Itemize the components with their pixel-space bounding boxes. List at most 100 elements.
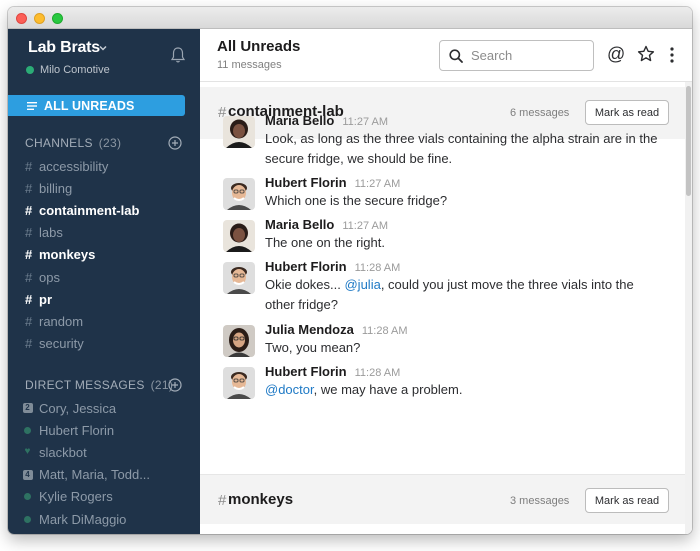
- message-timestamp[interactable]: 11:27 AM: [342, 116, 388, 128]
- message-text-part: Okie dokes...: [265, 277, 345, 292]
- main-header: All Unreads 11 messages @: [200, 29, 692, 82]
- sender-name[interactable]: Hubert Florin: [265, 259, 347, 274]
- maximize-window-button[interactable]: [52, 13, 63, 24]
- scrollbar-thumb[interactable]: [686, 86, 691, 196]
- hash-icon: #: [25, 336, 33, 352]
- sender-name[interactable]: Maria Bello: [265, 217, 334, 232]
- sidebar-item-dm[interactable]: 4 Matt, Maria, Todd...: [22, 465, 150, 485]
- sidebar-item-dm[interactable]: Mark DiMaggio: [22, 509, 126, 529]
- hash-icon: #: [25, 313, 33, 329]
- message-text: Two, you mean?: [265, 340, 361, 355]
- sender-name[interactable]: Hubert Florin: [265, 364, 347, 379]
- channel-group-name[interactable]: monkeys: [228, 491, 293, 508]
- channel-name: billing: [39, 180, 73, 196]
- avatar[interactable]: [223, 325, 255, 357]
- sender-name[interactable]: Maria Bello: [265, 113, 334, 128]
- main-panel: All Unreads 11 messages @ # containmen: [200, 29, 692, 534]
- message-header: Maria Bello 11:27 AM: [265, 217, 665, 232]
- avatar[interactable]: [223, 178, 255, 210]
- sender-name[interactable]: Hubert Florin: [265, 175, 347, 190]
- hash-icon: #: [25, 291, 33, 307]
- message-timestamp[interactable]: 11:28 AM: [355, 262, 401, 274]
- sidebar-item-channel[interactable]: # ops: [25, 267, 60, 287]
- sidebar-item-channel[interactable]: # monkeys: [25, 245, 95, 265]
- team-name[interactable]: Lab Brats: [28, 39, 100, 57]
- hash-icon: #: [25, 180, 33, 196]
- sidebar: Lab Brats Milo Comotive ALL UNREADS CHAN…: [8, 29, 200, 534]
- user-mention-link[interactable]: @doctor: [265, 382, 314, 397]
- app-window: Lab Brats Milo Comotive ALL UNREADS CHAN…: [8, 7, 692, 534]
- sidebar-item-channel[interactable]: # billing: [25, 178, 72, 198]
- channel-name: containment-lab: [39, 202, 140, 218]
- dm-name: Matt, Maria, Todd...: [39, 467, 151, 483]
- dm-name: slackbot: [39, 444, 87, 460]
- title-bar: [8, 7, 692, 29]
- presence-dot-icon: [22, 425, 33, 436]
- sidebar-item-channel[interactable]: # accessibility: [25, 156, 108, 176]
- dm-name: Mark DiMaggio: [39, 511, 127, 527]
- message-body: Hubert Florin 11:28 AM @doctor, we may hav…: [265, 364, 665, 400]
- sidebar-item-dm[interactable]: Kylie Rogers: [22, 487, 113, 507]
- message-body: Maria Bello 11:27 AM Look, as long as the …: [265, 113, 665, 169]
- message-timestamp[interactable]: 11:28 AM: [362, 325, 408, 337]
- sidebar-item-channel[interactable]: # containment-lab: [25, 200, 139, 220]
- more-options-icon[interactable]: [670, 47, 674, 63]
- message-timestamp[interactable]: 11:27 AM: [342, 220, 388, 232]
- mentions-icon[interactable]: @: [607, 44, 625, 64]
- sidebar-item-channel[interactable]: # pr: [25, 289, 52, 309]
- channel-name: ops: [39, 269, 60, 285]
- dm-name: Hubert Florin: [39, 422, 115, 438]
- page-title: All Unreads: [217, 38, 301, 55]
- search-input[interactable]: [471, 48, 581, 63]
- sidebar-item-channel[interactable]: # labs: [25, 223, 63, 243]
- presence-dot-icon: [26, 66, 34, 74]
- avatar[interactable]: [223, 262, 255, 294]
- heart-icon: ♥: [24, 446, 31, 458]
- channel-name: pr: [39, 291, 52, 307]
- current-user[interactable]: Milo Comotive: [26, 64, 110, 76]
- hash-icon: #: [25, 202, 33, 218]
- sidebar-item-dm[interactable]: 2 Cory, Jessica: [22, 398, 116, 418]
- chevron-down-icon[interactable]: [98, 43, 108, 53]
- channel-name: random: [39, 313, 84, 329]
- scrollbar[interactable]: [685, 82, 692, 534]
- avatar[interactable]: [223, 367, 255, 399]
- group-count-badge: 2: [22, 403, 33, 413]
- channels-header[interactable]: CHANNELS (23): [25, 136, 121, 150]
- add-dm-icon[interactable]: [168, 378, 182, 392]
- avatar[interactable]: [223, 116, 255, 148]
- message-timestamp[interactable]: 11:28 AM: [355, 367, 401, 379]
- sidebar-item-dm[interactable]: Amy Spacek: [22, 531, 112, 535]
- list-icon: [27, 101, 37, 110]
- user-mention-link[interactable]: @julia: [344, 277, 380, 292]
- bell-icon[interactable]: [170, 46, 186, 64]
- sidebar-item-all-unreads[interactable]: ALL UNREADS: [8, 95, 185, 116]
- star-icon[interactable]: [637, 45, 655, 63]
- all-unreads-label: ALL UNREADS: [44, 98, 135, 113]
- group-count-badge: 4: [22, 469, 33, 480]
- direct-messages-header[interactable]: DIRECT MESSAGES (21): [25, 378, 173, 392]
- sidebar-item-dm[interactable]: ♥ slackbot: [22, 442, 87, 462]
- sidebar-item-channel[interactable]: # random: [25, 311, 83, 331]
- message-text: @doctor, we may have a problem.: [265, 380, 665, 400]
- avatar[interactable]: [223, 220, 255, 252]
- search-box[interactable]: [439, 40, 594, 71]
- close-window-button[interactable]: [16, 13, 27, 24]
- dm-name: Kylie Rogers: [39, 489, 113, 505]
- message-timestamp[interactable]: 11:27 AM: [355, 178, 401, 190]
- sender-name[interactable]: Julia Mendoza: [265, 322, 354, 337]
- message-header: Hubert Florin 11:27 AM: [265, 175, 665, 190]
- channel-name: labs: [39, 225, 63, 241]
- message-body: Maria Bello 11:27 AM The one on the right.: [265, 217, 665, 253]
- add-channel-icon[interactable]: [168, 136, 182, 150]
- message-count: 11 messages: [217, 59, 282, 71]
- message-text-part: , we may have a problem.: [313, 382, 463, 397]
- sidebar-item-channel[interactable]: # security: [25, 334, 84, 354]
- message-header: Maria Bello 11:27 AM: [265, 113, 665, 128]
- group-count-badge-icon: 4: [22, 469, 33, 480]
- message-text: The one on the right.: [265, 235, 385, 250]
- minimize-window-button[interactable]: [34, 13, 45, 24]
- sidebar-item-dm[interactable]: Hubert Florin: [22, 420, 114, 440]
- dm-name: Cory, Jessica: [39, 400, 117, 416]
- mark-as-read-button[interactable]: Mark as read: [585, 488, 669, 513]
